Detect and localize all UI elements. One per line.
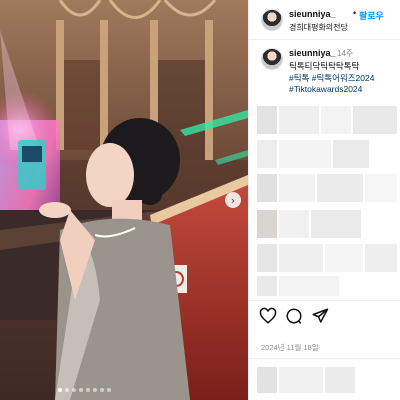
post-photo[interactable]: › [0, 0, 248, 400]
comment-icon[interactable] [285, 307, 303, 325]
caption-text: 틱톡티닥틱탁탁톡탁 [289, 61, 360, 71]
hashtags-line-2[interactable]: #Tiktokawards2024 [289, 84, 362, 94]
post-date: 2024년 11월 18일 [261, 343, 319, 352]
action-bar [249, 300, 400, 330]
carousel-dot [79, 388, 83, 392]
carousel-dots [58, 388, 111, 392]
heart-icon[interactable] [259, 307, 277, 325]
comments-blurred [249, 100, 400, 296]
carousel-dot [100, 388, 104, 392]
blurred-comments-mosaic [257, 106, 397, 296]
carousel-dot [72, 388, 76, 392]
carousel-dot [65, 388, 69, 392]
caption-avatar[interactable] [261, 48, 283, 70]
hashtags-line-1[interactable]: #틱톡 #틱톡어워즈2024 [289, 72, 374, 84]
carousel-dot [93, 388, 97, 392]
concert-hall-photo [0, 0, 248, 400]
avatar[interactable] [261, 9, 283, 31]
caption-time: 14주 [337, 49, 354, 58]
carousel-dot [107, 388, 111, 392]
blurred-comment-input [257, 367, 355, 393]
post-side-panel: sieunniya_ • 팔로우 경희대평화의전당 sieunniya_ 14주… [248, 0, 400, 400]
comment-area-blurred [249, 358, 400, 400]
follow-button[interactable]: 팔로우 [359, 9, 384, 22]
header-username[interactable]: sieunniya_ [289, 9, 336, 19]
post-header: sieunniya_ • 팔로우 경희대평화의전당 [249, 0, 400, 40]
header-separator: • [353, 8, 357, 18]
chevron-right-icon[interactable]: › [225, 192, 241, 208]
caption-username[interactable]: sieunniya_ [289, 48, 336, 58]
location-link[interactable]: 경희대평화의전당 [289, 22, 348, 33]
share-icon[interactable] [311, 307, 329, 325]
carousel-dot [58, 388, 62, 392]
carousel-dot [86, 388, 90, 392]
